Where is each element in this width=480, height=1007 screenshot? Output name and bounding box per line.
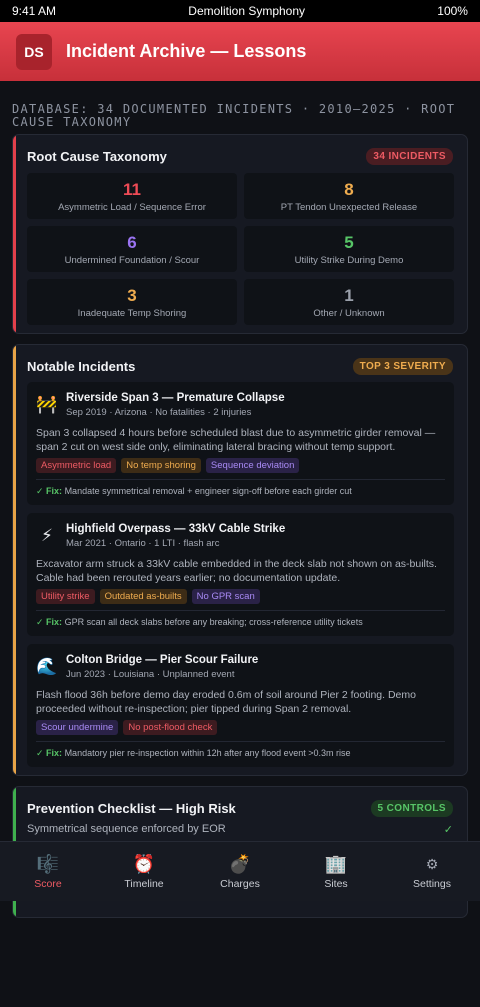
controls-badge: 5 CONTROLS — [370, 800, 453, 817]
incident-tags: Utility strike Outdated as-builts No GPR s… — [36, 589, 445, 604]
checklist-item-label: Symmetrical sequence enforced by EOR — [27, 823, 226, 835]
root-cause-count: 6 — [127, 232, 137, 252]
tab-label: Settings — [413, 877, 451, 890]
incident-list: 🚧 Riverside Span 3 — Premature Collapse Se… — [13, 382, 467, 767]
checklist-title: Prevention Checklist — High Risk — [27, 801, 236, 816]
root-cause-label: Asymmetric Load / Sequence Error — [58, 201, 206, 213]
fix-label: ✓ Fix: — [36, 748, 63, 758]
gear-icon: ⚙ — [425, 855, 439, 872]
incident-meta: Jun 2023 · Louisiana · Unplanned event — [66, 669, 235, 680]
building-icon: 🏢 — [324, 853, 348, 874]
incident-description: Excavator arm struck a 33kV cable embedd… — [36, 558, 437, 584]
lightning-icon: ⚡ — [41, 526, 53, 545]
construction-barrier-icon: 🚧 — [36, 395, 58, 414]
root-cause-cell[interactable]: 3 Inadequate Temp Shoring — [27, 279, 237, 325]
fix-text: GPR scan all deck slabs before any break… — [64, 617, 363, 627]
root-cause-label: Inadequate Temp Shoring — [77, 307, 187, 319]
checklist-item[interactable]: Symmetrical sequence enforced by EOR ✓ — [13, 817, 467, 836]
root-cause-cell[interactable]: 8 PT Tendon Unexpected Release — [244, 173, 454, 219]
database-summary: DATABASE: 34 DOCUMENTED INCIDENTS · 2010… — [12, 102, 456, 129]
incident-tag: No GPR scan — [191, 589, 260, 604]
tab-settings[interactable]: ⚙ Settings — [384, 842, 480, 901]
check-icon: ✓ — [443, 824, 453, 836]
tab-score[interactable]: 🎼 Score — [0, 842, 96, 901]
fix-text: Mandate symmetrical removal + engineer s… — [64, 486, 352, 496]
tab-label: Sites — [324, 877, 348, 890]
status-time: 9:41 AM — [12, 4, 57, 18]
status-battery: 100% — [437, 4, 468, 18]
tab-sites[interactable]: 🏢 Sites — [288, 842, 384, 901]
incident-card[interactable]: ⚡ Highfield Overpass — 33kV Cable Strike M… — [27, 513, 454, 636]
incident-description: Flash flood 36h before demo day eroded 0… — [36, 689, 416, 715]
notable-incidents-card: Notable Incidents TOP 3 SEVERITY 🚧 Rivers… — [12, 344, 468, 776]
root-cause-count: 5 — [344, 232, 354, 252]
incident-description: Span 3 collapsed 4 hours before schedule… — [36, 427, 436, 453]
root-cause-cell[interactable]: 11 Asymmetric Load / Sequence Error — [27, 173, 237, 219]
app-header: DS Incident Archive — Lessons — [0, 22, 480, 81]
fix-label: ✓ Fix: — [36, 617, 63, 627]
incident-fix: ✓ Fix: Mandatory pier re-inspection with… — [36, 741, 445, 759]
score-icon: 🎼 — [36, 853, 60, 874]
incident-card[interactable]: 🌊 Colton Bridge — Pier Scour Failure Jun 2… — [27, 644, 454, 767]
root-cause-cell[interactable]: 1 Other / Unknown — [244, 279, 454, 325]
root-cause-title: Root Cause Taxonomy — [27, 149, 167, 164]
tab-charges[interactable]: 💣 Charges — [192, 842, 288, 901]
wave-icon: 🌊 — [36, 657, 58, 676]
root-cause-count: 3 — [127, 285, 137, 305]
incident-tag: No temp shoring — [121, 458, 201, 473]
root-cause-count: 1 — [344, 285, 354, 305]
incident-fix: ✓ Fix: Mandate symmetrical removal + eng… — [36, 479, 445, 497]
incident-tags: Asymmetric load No temp shoring Sequence d… — [36, 458, 445, 473]
incident-fix: ✓ Fix: GPR scan all deck slabs before an… — [36, 610, 445, 628]
incident-title: Colton Bridge — Pier Scour Failure — [66, 654, 259, 666]
alarm-clock-icon: ⏰ — [132, 853, 156, 874]
incident-tag: Sequence deviation — [205, 458, 300, 473]
incident-tag: No post-flood check — [123, 720, 218, 735]
tab-label: Timeline — [124, 877, 164, 890]
incident-tag: Scour undermine — [36, 720, 119, 735]
incident-tag: Asymmetric load — [36, 458, 117, 473]
root-cause-label: Undermined Foundation / Scour — [64, 254, 200, 266]
avatar[interactable]: DS — [16, 33, 52, 70]
incident-tag: Utility strike — [36, 589, 95, 604]
root-cause-label: Utility Strike During Demo — [294, 254, 404, 266]
severity-badge: TOP 3 SEVERITY — [352, 358, 453, 375]
tab-timeline[interactable]: ⏰ Timeline — [96, 842, 192, 901]
incident-tags: Scour undermine No post-flood check — [36, 720, 445, 735]
status-title: Demolition Symphony — [188, 4, 306, 18]
notable-incidents-title: Notable Incidents — [27, 359, 136, 374]
page-title: Incident Archive — Lessons — [66, 41, 307, 61]
fix-text: Mandatory pier re-inspection within 12h … — [64, 748, 351, 758]
root-cause-cell[interactable]: 6 Undermined Foundation / Scour — [27, 226, 237, 272]
tab-label: Charges — [220, 877, 260, 890]
incident-card[interactable]: 🚧 Riverside Span 3 — Premature Collapse Se… — [27, 382, 454, 505]
tab-bar: 🎼 Score ⏰ Timeline 💣 Charges 🏢 Sites ⚙ Settings — [0, 841, 480, 901]
fix-label: ✓ Fix: — [36, 486, 63, 496]
incident-count-badge: 34 INCIDENTS — [366, 148, 453, 165]
incident-title: Riverside Span 3 — Premature Collapse — [66, 392, 285, 404]
root-cause-grid: 11 Asymmetric Load / Sequence Error 8 PT Te… — [13, 165, 467, 333]
root-cause-cell[interactable]: 5 Utility Strike During Demo — [244, 226, 454, 272]
root-cause-count: 8 — [344, 179, 354, 199]
tab-label: Score — [34, 877, 62, 890]
bomb-icon: 💣 — [228, 853, 252, 874]
root-cause-card: Root Cause Taxonomy 34 INCIDENTS 11 Asymm… — [12, 134, 468, 334]
incident-tag: Outdated as-builts — [99, 589, 187, 604]
incident-title: Highfield Overpass — 33kV Cable Strike — [66, 523, 286, 535]
root-cause-label: Other / Unknown — [313, 307, 385, 319]
incident-meta: Sep 2019 · Arizona · No fatalities · 2 i… — [66, 407, 252, 418]
incident-meta: Mar 2021 · Ontario · 1 LTI · flash arc — [66, 538, 220, 549]
root-cause-count: 11 — [123, 179, 141, 199]
root-cause-label: PT Tendon Unexpected Release — [280, 201, 418, 213]
status-bar: 9:41 AM Demolition Symphony 100% — [0, 0, 480, 22]
